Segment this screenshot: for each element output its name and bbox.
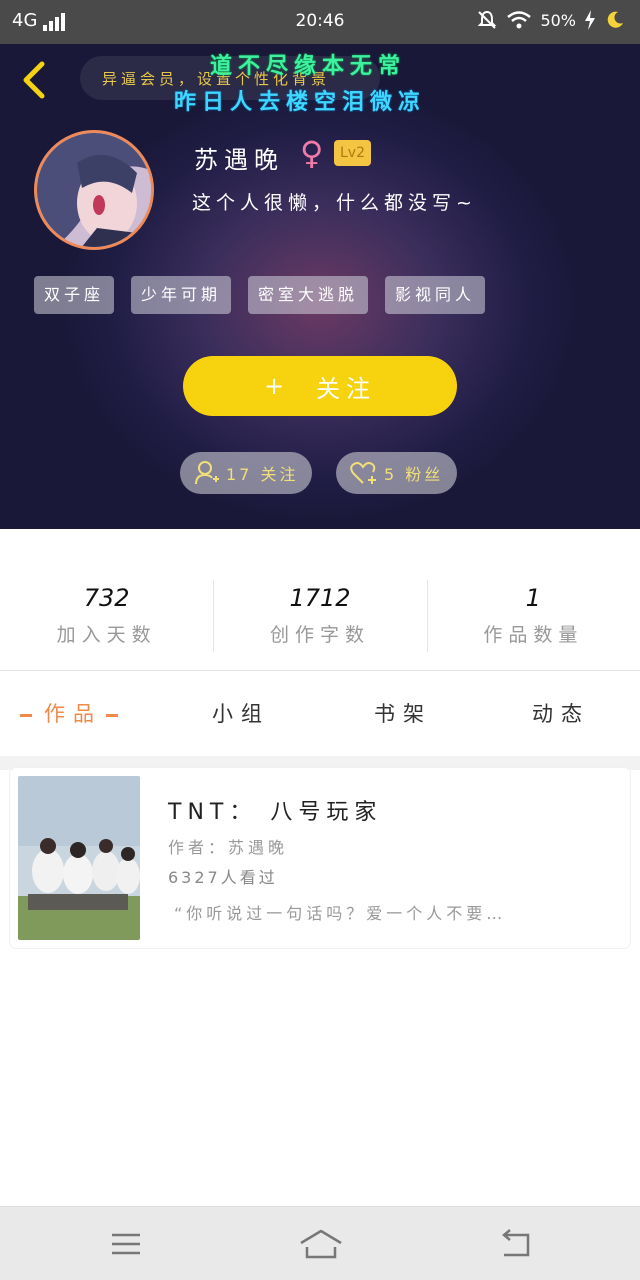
stat-word-count: 1712 创作字数 (213, 570, 426, 660)
status-icons: 50% (476, 9, 626, 31)
user-bio: 这个人很懒，什么都没写~ (192, 192, 477, 214)
work-views: 6327人看过 (168, 868, 278, 887)
work-author: 作者：苏遇晚 (168, 838, 289, 857)
tab-label: 书架 (374, 702, 432, 726)
user-name: 苏遇晚 (194, 146, 284, 174)
poem-line-1: 道不尽缘本无常 (210, 54, 407, 79)
stat-value: 732 (83, 584, 130, 612)
back-arrow-icon[interactable] (16, 60, 56, 100)
status-bar: 4G 20:46 50% (0, 0, 640, 44)
stat-label: 创作字数 (269, 624, 370, 646)
stat-label: 加入天数 (56, 624, 157, 646)
stat-value: 1 (525, 584, 541, 612)
profile-header: 异逼会员，设置个性化背景 道不尽缘本无常 昨日人去楼空泪微凉 苏遇晚 ♀ Lv2… (0, 44, 640, 529)
stat-value: 1712 (289, 584, 351, 612)
gender-female-icon: ♀ (300, 134, 324, 172)
battery-percent: 50% (540, 10, 576, 30)
tag-item[interactable]: 少年可期 (131, 276, 232, 314)
tab-bar: 作品 小组 书架 动态 (0, 690, 640, 746)
menu-icon[interactable] (106, 1227, 146, 1261)
wifi-icon (507, 11, 532, 29)
poem-line-2: 昨日人去楼空泪微凉 (174, 90, 427, 115)
fans-text: 5 粉丝 (384, 465, 444, 484)
home-icon[interactable] (298, 1227, 344, 1261)
level-badge: Lv2 (334, 140, 371, 166)
stats-row: 732 加入天数 1712 创作字数 1 作品数量 (0, 570, 640, 660)
work-card[interactable]: TNT： 八号玩家 作者：苏遇晚 6327人看过 “你听说过一句话吗？爱一个人不… (10, 768, 630, 948)
stat-works-count: 1 作品数量 (426, 570, 640, 660)
heart-plus-icon (350, 462, 376, 484)
following-text: 17 关注 (226, 465, 299, 484)
work-cover-image (18, 776, 140, 940)
mute-icon (478, 10, 497, 29)
add-user-icon (195, 461, 219, 485)
work-title: TNT： 八号玩家 (168, 800, 383, 825)
tag-list: 双子座 少年可期 密室大逃脱 影视同人 (34, 276, 486, 314)
tab-active-dash (20, 713, 32, 717)
following-count-button[interactable]: 17 关注 (180, 452, 313, 494)
work-excerpt: “你听说过一句话吗？爱一个人不要… (174, 904, 507, 923)
avatar[interactable] (34, 130, 154, 250)
tab-label: 作品 (44, 702, 102, 726)
avatar-image (37, 133, 151, 247)
tab-label: 动态 (532, 702, 590, 726)
tag-item[interactable]: 密室大逃脱 (248, 276, 369, 314)
tab-bookshelf[interactable]: 书架 (374, 698, 432, 728)
charging-icon (585, 10, 595, 30)
tab-active-dash (106, 713, 118, 717)
plus-icon: + (263, 372, 291, 400)
follow-button[interactable]: + 关注 (183, 356, 457, 416)
stat-join-days: 732 加入天数 (0, 570, 213, 660)
tab-works[interactable]: 作品 (20, 698, 118, 728)
fans-count-button[interactable]: 5 粉丝 (336, 452, 458, 494)
system-nav-bar (0, 1206, 640, 1280)
tag-item[interactable]: 影视同人 (385, 276, 486, 314)
tab-activity[interactable]: 动态 (532, 698, 590, 728)
follow-label: 关注 (316, 374, 377, 403)
stat-label: 作品数量 (483, 624, 584, 646)
tag-item[interactable]: 双子座 (34, 276, 115, 314)
tab-label: 小组 (212, 702, 270, 726)
back-icon[interactable] (496, 1227, 536, 1261)
moon-icon (607, 11, 623, 28)
tab-groups[interactable]: 小组 (212, 698, 270, 728)
divider (0, 670, 640, 671)
